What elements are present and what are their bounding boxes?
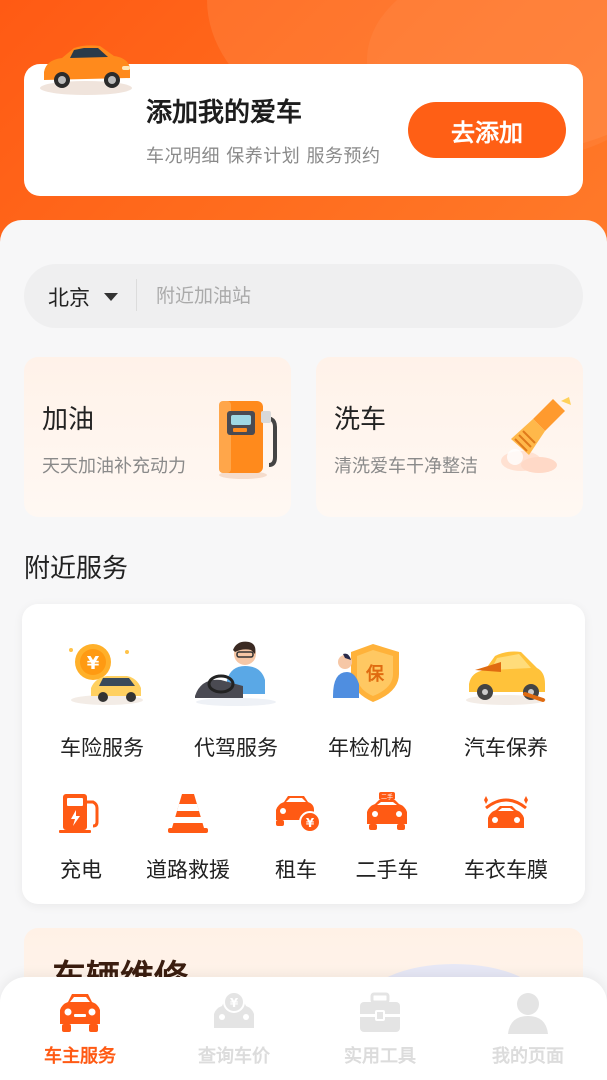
- designated-driver-icon: [195, 641, 276, 706]
- service-item-label: 汽车保养: [464, 736, 548, 760]
- search-divider: [136, 279, 137, 311]
- service-item-used-car[interactable]: 二手 二手车: [350, 792, 424, 884]
- user-icon: [508, 993, 548, 1034]
- service-item-car-film[interactable]: 车衣车膜: [458, 792, 554, 884]
- svg-text:¥: ¥: [87, 653, 100, 674]
- tab-price-query[interactable]: ¥ 查询车价: [164, 990, 304, 1068]
- service-item-label: 二手车: [355, 858, 419, 882]
- car-insurance-icon: ¥: [69, 644, 143, 705]
- service-title: 加油: [42, 405, 95, 435]
- city-selector[interactable]: 北京: [48, 282, 90, 312]
- tab-label: 我的页面: [492, 1046, 564, 1067]
- service-item-label: 车衣车膜: [464, 858, 548, 882]
- service-item-charging[interactable]: 充电: [56, 792, 106, 884]
- service-item-road-rescue[interactable]: 道路救援: [138, 792, 238, 884]
- search-input[interactable]: [156, 278, 556, 314]
- car-film-icon: [484, 796, 528, 828]
- svg-text:保: 保: [365, 663, 385, 685]
- service-item-label: 道路救援: [146, 858, 230, 882]
- service-item-label: 租车: [275, 858, 317, 882]
- service-item-label: 车险服务: [60, 736, 144, 760]
- svg-text:二手: 二手: [381, 793, 393, 801]
- service-card-refuel[interactable]: 加油 天天加油补充动力: [24, 357, 291, 517]
- nearby-services-title: 附近服务: [24, 554, 129, 584]
- nearby-services-grid: ¥ 车险服务 代驾服务 保 年检机构 汽车保养 充电 道路救援 ¥ 租车 二手 …: [22, 604, 585, 904]
- tab-label: 查询车价: [198, 1046, 270, 1067]
- service-card-carwash[interactable]: 洗车 清洗爱车干净整洁: [316, 357, 583, 517]
- charging-station-icon: [59, 794, 99, 833]
- service-item-annual-inspection[interactable]: 保 年检机构: [300, 640, 440, 762]
- service-item-label: 年检机构: [328, 736, 412, 760]
- service-item-designated-driver[interactable]: 代驾服务: [166, 640, 306, 762]
- fuel-pump-icon: [219, 401, 277, 479]
- service-subtitle: 清洗爱车干净整洁: [334, 456, 478, 477]
- service-subtitle: 天天加油补充动力: [42, 456, 186, 477]
- annual-inspection-icon: 保: [333, 644, 399, 702]
- traffic-cone-icon: [168, 794, 208, 833]
- service-item-label: 代驾服务: [194, 736, 278, 760]
- toolbox-icon: [360, 992, 400, 1032]
- tab-my-page[interactable]: 我的页面: [458, 990, 598, 1068]
- tab-label: 车主服务: [44, 1046, 116, 1067]
- car-wash-brush-icon: [501, 397, 571, 473]
- add-car-title: 添加我的爱车: [146, 98, 303, 128]
- caret-down-icon[interactable]: [104, 293, 118, 301]
- tab-tools[interactable]: 实用工具: [310, 990, 450, 1068]
- car-rental-icon: ¥: [276, 796, 320, 833]
- tab-label: 实用工具: [344, 1046, 416, 1067]
- service-item-car-maintenance[interactable]: 汽车保养: [436, 640, 576, 762]
- car-icon: [60, 994, 100, 1032]
- service-item-label: 充电: [60, 858, 102, 882]
- used-car-icon: 二手: [367, 792, 407, 830]
- svg-text:¥: ¥: [306, 816, 315, 830]
- tab-owner-services[interactable]: 车主服务: [10, 990, 150, 1068]
- service-title: 洗车: [334, 405, 387, 435]
- add-car-subtitle: 车况明细 保养计划 服务预约: [146, 146, 381, 167]
- price-query-icon: ¥: [214, 991, 254, 1028]
- svg-text:¥: ¥: [230, 996, 239, 1010]
- car-maintenance-icon: [466, 651, 546, 705]
- orange-car-icon: [40, 45, 132, 95]
- service-item-car-insurance[interactable]: ¥ 车险服务: [32, 640, 172, 762]
- add-car-button[interactable]: 去添加: [408, 102, 566, 158]
- service-item-car-rental[interactable]: ¥ 租车: [270, 792, 322, 884]
